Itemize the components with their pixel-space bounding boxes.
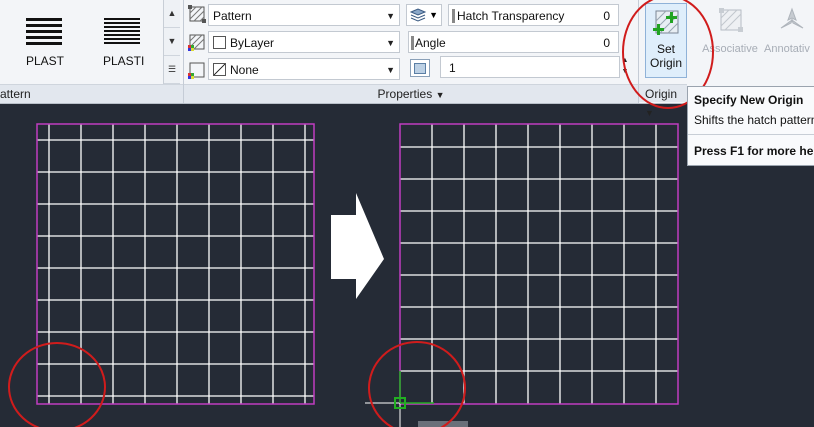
scroll-up-button[interactable]: ▲	[164, 0, 180, 28]
highlight-circle	[368, 341, 466, 427]
gallery-expand-button[interactable]: ☰	[164, 56, 180, 84]
scale-icon	[410, 59, 430, 77]
hatch-after	[399, 123, 679, 405]
transparency-label: Hatch Transparency	[457, 9, 565, 23]
tooltip-set-origin: Specify New Origin Shifts the hatch patt…	[687, 86, 814, 166]
chevron-down-icon: ▼	[435, 90, 445, 100]
pattern-swatch-plast[interactable]: PLAST	[10, 6, 80, 72]
panel-title: attern	[0, 87, 31, 101]
pattern-gallery-scroll: ▲ ▼ ☰	[163, 0, 180, 84]
chevron-down-icon: ▼	[386, 11, 395, 21]
pattern-panel-footer: attern	[0, 84, 183, 103]
tooltip-description: Shifts the hatch pattern	[694, 113, 814, 127]
background-color-icon	[188, 62, 205, 79]
annotative-button[interactable]: Annotativ	[762, 6, 814, 55]
annotative-icon	[780, 7, 804, 29]
slider-handle[interactable]	[452, 9, 455, 23]
chevron-down-icon: ▼	[386, 38, 395, 48]
panel-title: Properties	[377, 87, 433, 101]
pattern-label: PLAST	[26, 54, 65, 68]
highlight-circle	[8, 342, 106, 427]
transparency-field[interactable]: Hatch Transparency 0	[448, 4, 619, 26]
arrow-right-icon	[331, 193, 384, 299]
hatch-type-dropdown[interactable]: Pattern ▼	[208, 4, 400, 26]
tooltip-title: Specify New Origin	[694, 93, 804, 107]
color-swatch-icon	[213, 36, 226, 49]
annotative-label: Annotativ	[764, 43, 810, 55]
angle-value: 0	[603, 36, 610, 50]
chevron-down-icon: ▼	[386, 65, 395, 75]
scale-value: 1	[449, 61, 456, 75]
scale-field[interactable]: 1	[440, 56, 620, 78]
properties-panel-footer[interactable]: Properties ▼	[184, 84, 638, 103]
angle-label: Angle	[415, 36, 446, 50]
pattern-plast-icon	[26, 18, 62, 52]
slider-handle[interactable]	[411, 36, 414, 50]
hatch-color-value: ByLayer	[230, 36, 275, 50]
tooltip-divider	[688, 134, 814, 135]
scroll-down-button[interactable]: ▼	[164, 28, 180, 56]
layers-icon	[409, 8, 427, 22]
background-color-dropdown[interactable]: None ▼	[208, 58, 400, 80]
chevron-down-icon: ▼	[429, 10, 438, 20]
tooltip-help: Press F1 for more he	[694, 144, 814, 158]
transparency-mode-dropdown[interactable]: ▼	[406, 4, 442, 26]
hatch-before	[36, 123, 315, 405]
hatch-color-icon	[188, 34, 205, 51]
transparency-value: 0	[603, 9, 610, 23]
pattern-label: PLASTI	[103, 54, 145, 68]
no-color-swatch-icon	[213, 63, 226, 76]
hatch-type-icon	[188, 5, 206, 23]
background-color-value: None	[230, 63, 259, 77]
pattern-swatch-plasti[interactable]: PLASTI	[95, 6, 155, 72]
hatch-color-dropdown[interactable]: ByLayer ▼	[208, 31, 400, 53]
hatch-boundary[interactable]	[399, 123, 679, 405]
angle-field[interactable]: Angle 0	[408, 31, 619, 53]
hatch-type-value: Pattern	[213, 9, 252, 23]
pattern-plasti-icon	[104, 18, 140, 52]
